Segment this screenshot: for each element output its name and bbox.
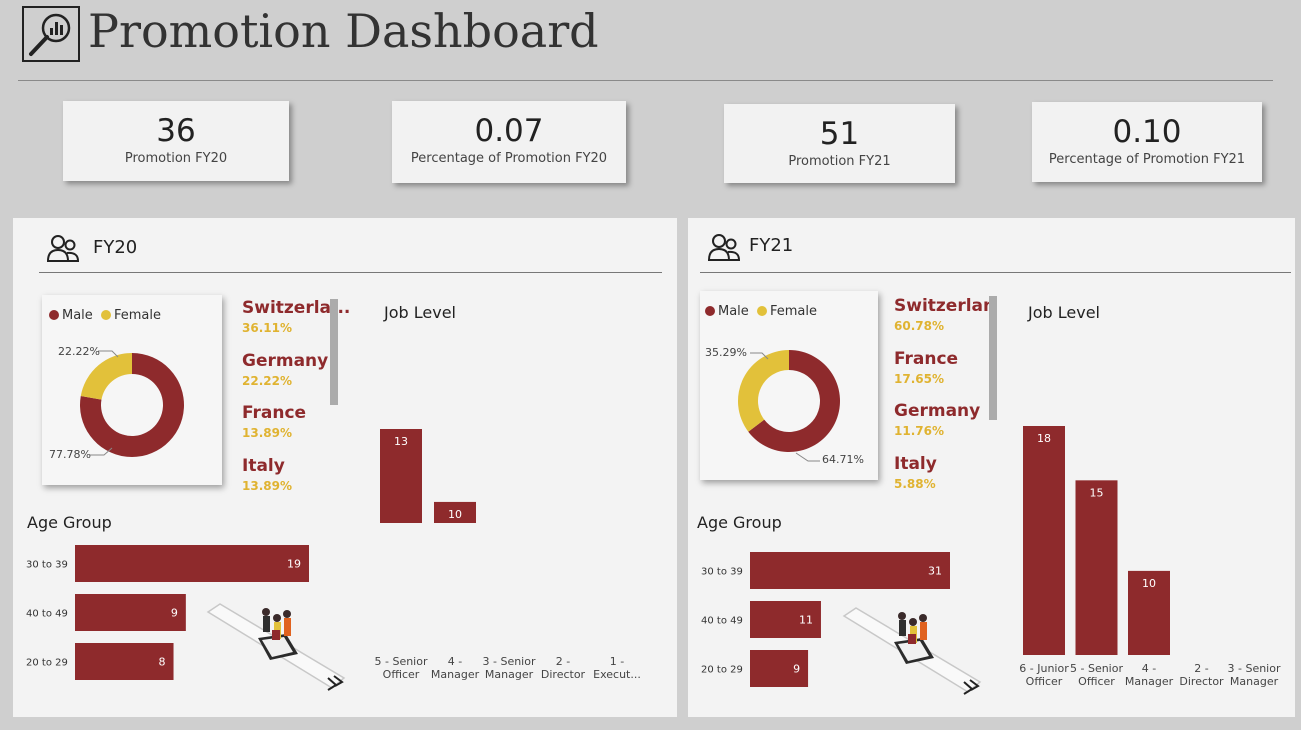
country-name: Germany <box>242 351 329 371</box>
bar-value-label: 18 <box>1037 432 1051 445</box>
country-pct: 13.89% <box>242 426 292 440</box>
job-level-chart: 1310832 <box>380 429 476 523</box>
fy21-panel: FY21 Male Female 35.29% 64.71% Switzerla… <box>688 218 1295 717</box>
kpi-label: Percentage of Promotion FY21 <box>1048 152 1246 167</box>
leader-line <box>795 452 820 462</box>
country-list-scrollbar[interactable] <box>330 299 338 405</box>
kpi-value: 36 <box>156 113 196 149</box>
panel-divider <box>39 272 662 273</box>
y-tick-label: 20 to 29 <box>701 665 743 676</box>
country-pct: 17.65% <box>894 372 944 386</box>
bar-value-label: 11 <box>799 614 813 627</box>
country-item[interactable]: France 17.65% <box>894 349 958 386</box>
donut-label-female: 35.29% <box>705 346 747 359</box>
kpi-label: Promotion FY21 <box>788 154 891 169</box>
panel-title: FY20 <box>93 237 138 258</box>
x-tick-label: 5 - Senior Officer <box>374 655 428 681</box>
donut-label-female: 22.22% <box>58 345 100 358</box>
age-group-bar[interactable] <box>750 552 950 589</box>
x-tick-label: 2 - Director <box>1179 662 1224 688</box>
kpi-card-percentage-fy21: 0.10 Percentage of Promotion FY21 <box>1032 102 1262 182</box>
x-tick-label: 6 - Junior Officer <box>1019 662 1069 688</box>
country-name: Germany <box>894 401 981 421</box>
job-level-chart: 18151044 <box>1023 426 1170 655</box>
age-group-bar[interactable] <box>75 594 186 631</box>
x-tick-label: 2 - Director <box>540 655 586 681</box>
x-tick-label: 3 - Senior Manager <box>482 655 536 681</box>
age-group-bar[interactable] <box>75 545 309 582</box>
age-group-title: Age Group <box>697 513 782 532</box>
job-level-bar[interactable] <box>1075 480 1118 655</box>
bar-value-label: 19 <box>287 558 301 571</box>
gender-donut-chart <box>738 350 840 462</box>
country-pct: 5.88% <box>894 477 936 491</box>
bar-value-label: 9 <box>171 607 178 620</box>
bar-value-label: 10 <box>448 508 462 521</box>
donut-label-male: 77.78% <box>49 448 91 461</box>
x-tick-label: 4 - Manager <box>430 655 480 681</box>
header-divider <box>18 80 1273 81</box>
x-tick-label: 4 - Manager <box>1124 662 1174 688</box>
country-pct: 22.22% <box>242 374 292 388</box>
header: Promotion Dashboard <box>0 0 1301 82</box>
country-item[interactable]: Italy 5.88% <box>894 454 937 491</box>
y-tick-label: 40 to 49 <box>701 616 743 627</box>
donut-slice-female[interactable] <box>738 350 789 432</box>
users-icon <box>707 233 741 267</box>
bar-value-label: 15 <box>1090 486 1104 499</box>
x-tick-label: 1 - Execut... <box>593 655 641 681</box>
page-title: Promotion Dashboard <box>88 4 599 58</box>
country-name: France <box>242 403 307 423</box>
panel-divider <box>700 272 1291 273</box>
country-item[interactable]: Italy 13.89% <box>242 456 292 493</box>
kpi-card-promotion-fy20: 36 Promotion FY20 <box>63 101 289 181</box>
bar-value-label: 10 <box>1142 577 1156 590</box>
country-list[interactable]: Switzerland 60.78% France 17.65% Germany… <box>894 296 989 496</box>
y-tick-label: 30 to 39 <box>26 560 68 571</box>
y-tick-label: 20 to 29 <box>26 658 68 669</box>
kpi-value: 51 <box>819 116 860 152</box>
country-name: Italy <box>894 454 937 474</box>
kpi-value: 0.07 <box>474 113 544 149</box>
bar-value-label: 9 <box>793 663 800 676</box>
country-pct: 13.89% <box>242 479 292 493</box>
gender-donut-card: Male Female 35.29% 64.71% <box>700 291 878 480</box>
country-list-scrollbar[interactable] <box>989 296 997 420</box>
job-level-bar[interactable] <box>1023 426 1065 655</box>
x-tick-label: 3 - Senior Manager <box>1227 662 1281 688</box>
fy20-panel: FY20 Male Female 22.22% 77.78% Switzerla… <box>13 218 677 717</box>
x-tick-label: 5 - Senior Officer <box>1070 662 1123 688</box>
bar-value-label: 31 <box>928 565 942 578</box>
country-pct: 60.78% <box>894 319 944 333</box>
y-tick-label: 30 to 39 <box>701 567 743 578</box>
job-level-axis-labels: 5 - Senior Officer 4 - Manager 3 - Senior … <box>368 655 668 705</box>
kpi-label: Promotion FY20 <box>124 151 228 166</box>
y-tick-label: 40 to 49 <box>26 609 68 620</box>
country-item[interactable]: Germany 11.76% <box>894 401 980 438</box>
users-icon <box>46 234 80 268</box>
panel-title: FY21 <box>749 235 794 256</box>
country-item[interactable]: Germany 22.22% <box>242 351 328 388</box>
country-name: Switzerland <box>894 296 989 316</box>
country-pct: 11.76% <box>894 424 944 438</box>
job-level-axis-labels: 6 - Junior Officer 5 - Senior Officer 4 - … <box>1013 662 1301 712</box>
kpi-card-promotion-fy21: 51 Promotion FY21 <box>724 104 955 183</box>
kpi-card-percentage-fy20: 0.07 Percentage of Promotion FY20 <box>392 101 626 183</box>
kpi-label: Percentage of Promotion FY20 <box>410 151 608 166</box>
country-item[interactable]: Switzerland 60.78% <box>894 296 989 333</box>
bar-value-label: 13 <box>394 435 408 448</box>
watch-illustration <box>838 600 986 700</box>
donut-label-male: 64.71% <box>822 453 864 466</box>
search-chart-icon <box>22 6 80 62</box>
country-name: France <box>894 349 959 369</box>
country-item[interactable]: France 13.89% <box>242 403 306 440</box>
watch-illustration <box>202 596 350 696</box>
age-group-title: Age Group <box>27 513 112 532</box>
bar-value-label: 8 <box>159 656 166 669</box>
country-name: Italy <box>242 456 285 476</box>
gender-donut-card: Male Female 22.22% 77.78% <box>42 295 222 485</box>
donut-slice-female[interactable] <box>80 353 132 400</box>
kpi-value: 0.10 <box>1112 114 1182 150</box>
